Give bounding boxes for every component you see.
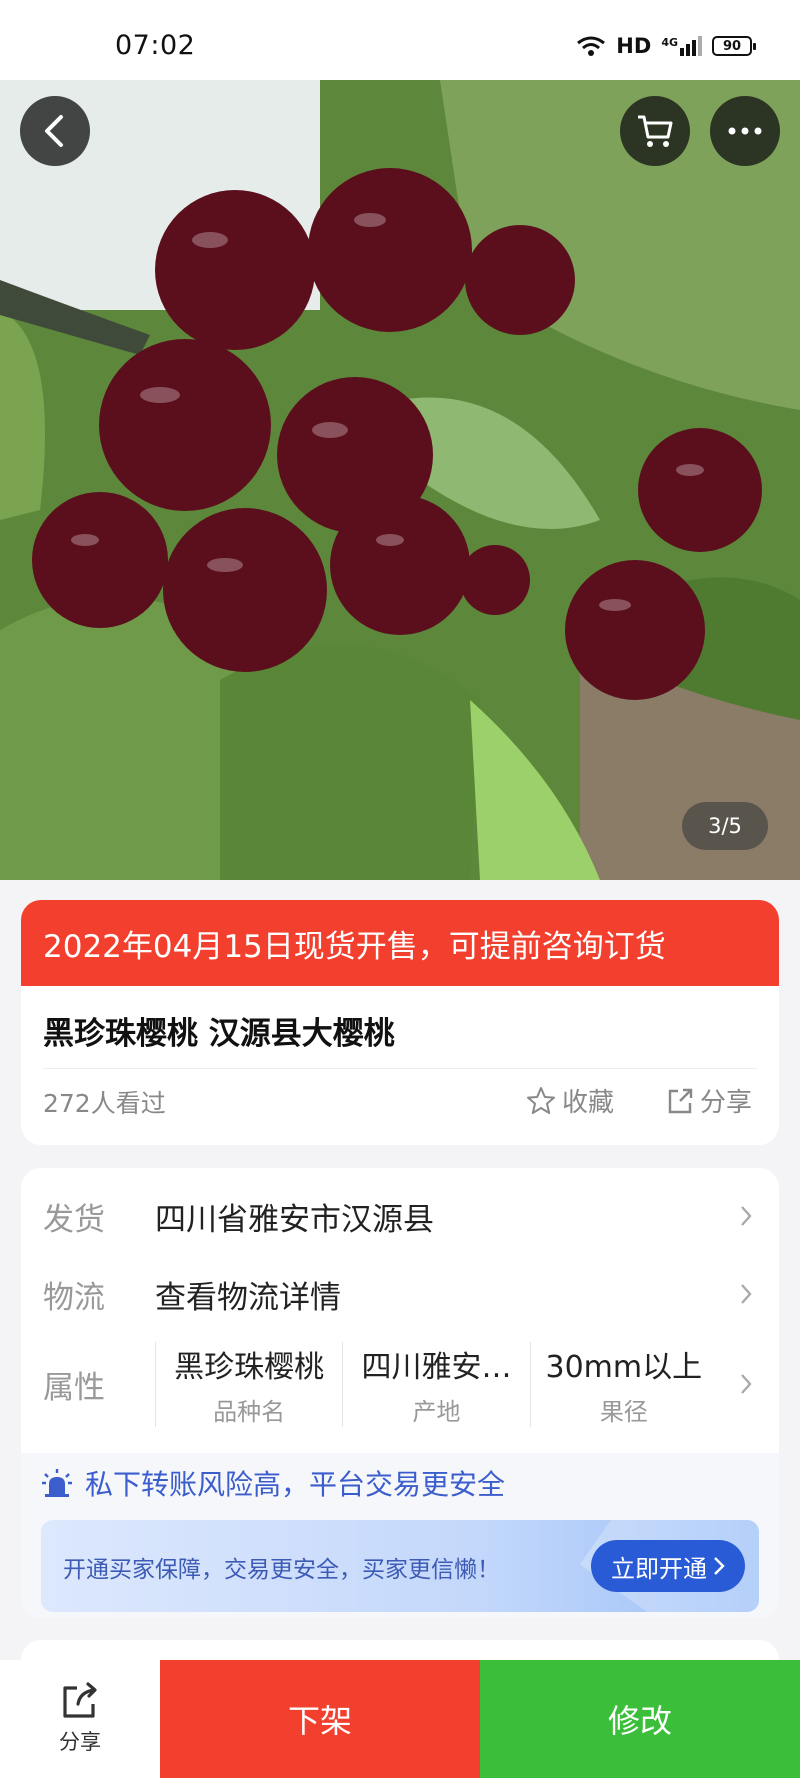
attribute-list: 黑珍珠樱桃 品种名 四川雅安… 产地 30mm以上 果径 [155,1341,757,1427]
shipping-row[interactable]: 发货 四川省雅安市汉源县 [43,1186,757,1246]
image-counter: 3/5 [682,802,768,850]
presale-banner: 2022年04月15日现货开售，可提前咨询订货 [21,900,779,986]
logistics-label: 物流 [43,1279,105,1316]
edit-button[interactable]: 修改 [480,1660,800,1778]
more-icon [728,127,762,135]
more-options-button[interactable] [710,96,780,166]
back-button[interactable] [20,96,90,166]
network-type: 4G [661,36,678,49]
network-label: HD [616,34,652,58]
safety-notice-text: 私下转账风险高，平台交易更安全 [85,1468,506,1501]
signal-icon: 4G [661,36,702,56]
cart-icon [638,115,673,147]
logistics-value: 查看物流详情 [155,1279,341,1316]
status-bar: 07:02 HD 4G 90 [0,0,800,80]
share-button[interactable]: 分享 [666,1082,752,1119]
attribute-item: 四川雅安… 产地 [342,1341,529,1427]
chevron-right-icon [741,1284,752,1304]
attribute-item: 30mm以上 果径 [529,1341,717,1427]
attribute-name: 产地 [412,1397,461,1426]
battery-level: 90 [722,38,742,54]
shipping-value: 四川省雅安市汉源县 [155,1201,434,1238]
shipping-label: 发货 [43,1201,105,1238]
product-image-gallery[interactable]: 3/5 [0,80,800,880]
attribute-item: 黑珍珠樱桃 品种名 [155,1341,342,1427]
details-card: 发货 四川省雅安市汉源县 物流 查看物流详情 属性 黑珍珠樱桃 品种名 四川雅安… [21,1168,779,1618]
attribute-value: 30mm以上 [545,1349,703,1385]
bottom-share-label: 分享 [59,1730,101,1754]
bottom-share-button[interactable]: 分享 [0,1660,160,1778]
delist-label: 下架 [287,1702,352,1740]
share-label: 分享 [700,1088,753,1118]
edit-label: 修改 [607,1702,672,1740]
attribute-value: 四川雅安… [361,1349,512,1385]
back-arrow-icon [45,115,63,147]
divider [43,1068,757,1069]
view-count: 272人看过 [43,1089,166,1118]
battery-icon: 90 [712,36,756,56]
chevron-right-icon [714,1557,725,1575]
status-time: 07:02 [115,30,196,61]
attribute-name: 品种名 [213,1397,286,1426]
status-indicators: HD 4G 90 [576,34,756,58]
wifi-icon [577,36,606,56]
cart-button[interactable] [620,96,690,166]
chevron-right-icon [741,1206,752,1226]
chevron-right-icon [741,1374,752,1394]
favorite-label: 收藏 [562,1088,615,1118]
activate-now-button[interactable]: 立即开通 [591,1540,745,1592]
safety-notice-line: 私下转账风险高，平台交易更安全 [41,1463,505,1503]
product-title: 黑珍珠樱桃 汉源县大樱桃 [43,1016,395,1052]
activate-now-label: 立即开通 [611,1554,707,1583]
attribute-value: 黑珍珠樱桃 [174,1349,325,1385]
share-icon [668,1088,693,1113]
attributes-label: 属性 [43,1369,105,1406]
product-photo [0,80,800,880]
alarm-icon [42,1469,72,1497]
attribute-name: 果径 [599,1397,648,1426]
star-icon [527,1086,555,1114]
delist-button[interactable]: 下架 [160,1660,480,1778]
promo-text: 开通买家保障，交易更安全，买家更信懒！ [63,1557,500,1583]
safety-notice: 私下转账风险高，平台交易更安全 开通买家保障，交易更安全，买家更信懒！ 立即开通 [21,1453,779,1618]
share-icon [63,1682,97,1718]
favorite-button[interactable]: 收藏 [526,1082,614,1119]
attributes-row[interactable]: 属性 黑珍珠樱桃 品种名 四川雅安… 产地 30mm以上 果径 [43,1334,757,1434]
bottom-action-bar: 分享 下架 修改 [0,1660,800,1778]
buyer-protection-banner[interactable]: 开通买家保障，交易更安全，买家更信懒！ 立即开通 [41,1520,759,1612]
product-info-card: 2022年04月15日现货开售，可提前咨询订货 黑珍珠樱桃 汉源县大樱桃 272… [21,900,779,1145]
logistics-row[interactable]: 物流 查看物流详情 [43,1264,757,1324]
